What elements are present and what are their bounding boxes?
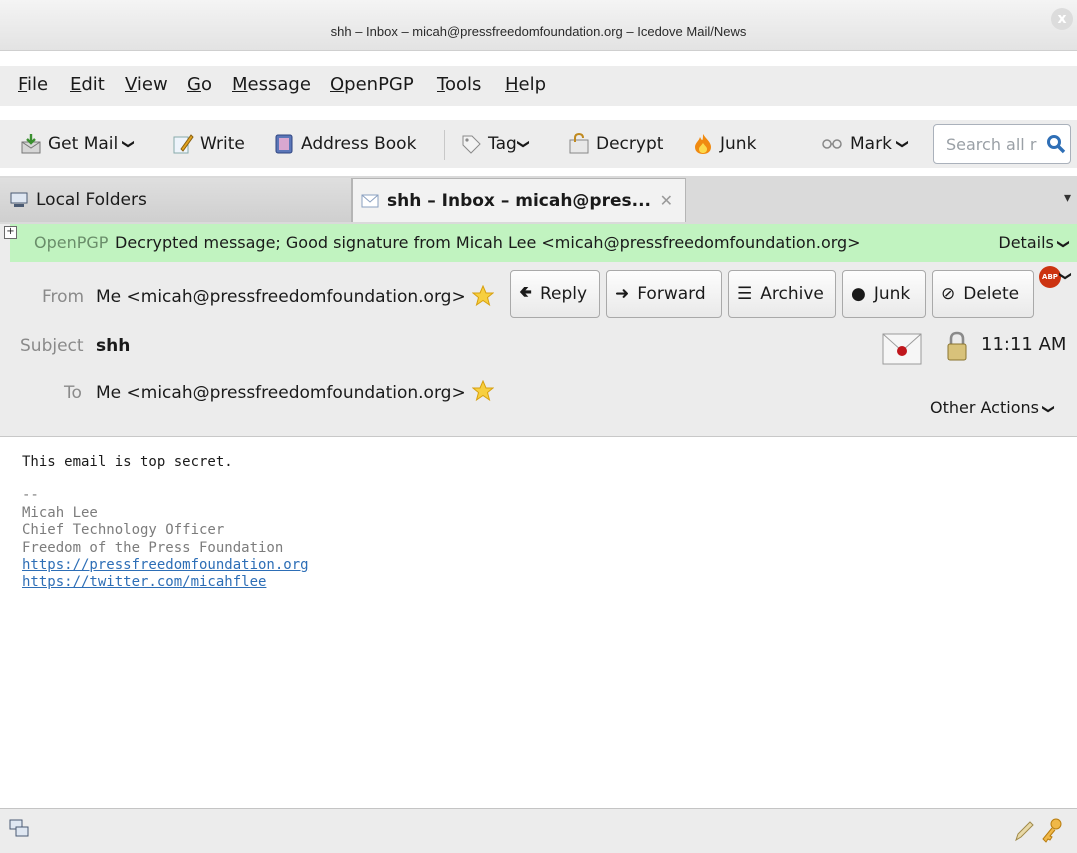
title-bar: shh – Inbox – micah@pressfreedomfoundati…	[0, 0, 1077, 51]
menu-view[interactable]: View	[125, 74, 168, 95]
address-book-icon	[275, 134, 293, 154]
subject-label: Subject	[20, 336, 84, 356]
tab-local-folders[interactable]: Local Folders	[0, 178, 352, 222]
openpgp-label: OpenPGP	[34, 233, 109, 252]
signed-message-icon[interactable]	[882, 333, 922, 365]
tab-message[interactable]: shh – Inbox – micah@pres... ✕	[352, 178, 686, 222]
get-mail-icon	[21, 134, 41, 154]
expand-icon[interactable]: +	[4, 226, 17, 239]
star-icon[interactable]	[472, 285, 494, 307]
tag-icon	[462, 135, 481, 154]
chevron-down-icon[interactable]: ❯	[1059, 268, 1073, 284]
get-mail-button[interactable]: Get Mail ❯	[20, 126, 136, 162]
star-icon[interactable]	[472, 380, 494, 402]
menu-edit[interactable]: Edit	[70, 74, 105, 95]
menu-message[interactable]: Message	[232, 74, 311, 95]
menu-file[interactable]: File	[18, 74, 48, 95]
chevron-down-icon[interactable]: ❯	[122, 139, 136, 149]
glasses-icon	[822, 139, 842, 149]
close-tab-icon[interactable]: ✕	[660, 191, 673, 210]
adblock-icon[interactable]: ABP	[1039, 266, 1061, 288]
close-window-button[interactable]: x	[1051, 8, 1073, 30]
from-label: From	[42, 287, 85, 307]
menu-tools[interactable]: Tools	[437, 74, 481, 95]
body-text: This email is top secret.	[22, 454, 233, 470]
menu-help[interactable]: Help	[505, 74, 546, 95]
archive-icon: ☰	[737, 284, 753, 304]
junk-toolbar-button[interactable]: Junk	[692, 126, 756, 162]
tag-button[interactable]: Tag ❯	[460, 126, 531, 162]
signature-title: Chief Technology Officer	[22, 522, 225, 539]
decrypt-button[interactable]: Decrypt	[568, 126, 663, 162]
menu-bar: File Edit View Go Message OpenPGP Tools …	[0, 66, 1077, 106]
tab-strip: Local Folders shh – Inbox – micah@pres..…	[0, 176, 1077, 225]
status-bar	[0, 808, 1077, 853]
key-icon[interactable]	[1040, 817, 1064, 843]
tab-overflow-icon[interactable]: ▾	[1064, 190, 1071, 206]
delete-button[interactable]: ⊘ Delete	[932, 270, 1034, 318]
address-book-button[interactable]: Address Book	[273, 126, 416, 162]
chevron-down-icon[interactable]: ❯	[517, 139, 531, 149]
forward-icon: ➜	[615, 284, 630, 304]
details-button[interactable]: Details ❯	[998, 233, 1071, 252]
to-value[interactable]: Me <micah@pressfreedomfoundation.org>	[96, 383, 466, 403]
toolbar-separator	[444, 130, 445, 160]
computer-icon	[10, 192, 28, 207]
message-body: This email is top secret. -- Micah Lee C…	[22, 450, 1062, 750]
subject-value: shh	[96, 336, 131, 356]
other-actions-button[interactable]: Other Actions ❯	[930, 398, 1057, 417]
signature-name: Micah Lee	[22, 504, 98, 521]
openpgp-status-bar: + OpenPGP Decrypted message; Good signat…	[4, 224, 1077, 262]
write-icon	[173, 134, 194, 154]
junk-flame-icon	[695, 134, 711, 154]
menu-go[interactable]: Go	[187, 74, 212, 95]
delete-icon: ⊘	[941, 284, 956, 304]
chevron-down-icon[interactable]: ❯	[896, 139, 910, 149]
to-label: To	[64, 383, 82, 403]
online-status-icon[interactable]	[9, 819, 29, 839]
signature-org: Freedom of the Press Foundation	[22, 539, 284, 556]
signature-separator: --	[22, 487, 39, 504]
mark-button[interactable]: Mark ❯	[820, 126, 910, 162]
pencil-icon[interactable]	[1013, 819, 1035, 843]
envelope-icon	[361, 194, 379, 207]
toolbar: Get Mail ❯ Write Address Book Tag ❯ Decr…	[0, 120, 1077, 168]
window-title: shh – Inbox – micah@pressfreedomfoundati…	[330, 24, 747, 39]
signature-link-website[interactable]: https://pressfreedomfoundation.org	[22, 557, 309, 573]
forward-button[interactable]: ➜ Forward	[606, 270, 722, 318]
junk-icon: ●	[851, 284, 866, 304]
from-value[interactable]: Me <micah@pressfreedomfoundation.org>	[96, 287, 466, 307]
write-button[interactable]: Write	[172, 126, 245, 162]
openpgp-message: Decrypted message; Good signature from M…	[115, 233, 861, 252]
junk-button[interactable]: ● Junk	[842, 270, 926, 318]
chevron-down-icon: ❯	[1056, 238, 1071, 250]
chevron-down-icon: ❯	[1042, 403, 1057, 415]
reply-icon: 🢀	[519, 281, 532, 301]
reply-button[interactable]: 🢀 Reply	[510, 270, 600, 318]
signature-link-twitter[interactable]: https://twitter.com/micahflee	[22, 574, 266, 590]
menu-openpgp[interactable]: OpenPGP	[330, 74, 414, 95]
message-time: 11:11 AM	[981, 334, 1067, 355]
lock-icon[interactable]	[945, 330, 969, 362]
decrypt-icon	[569, 133, 589, 154]
search-icon[interactable]	[1046, 134, 1066, 154]
archive-button[interactable]: ☰ Archive	[728, 270, 836, 318]
search-input[interactable]: Search all r	[933, 124, 1071, 164]
